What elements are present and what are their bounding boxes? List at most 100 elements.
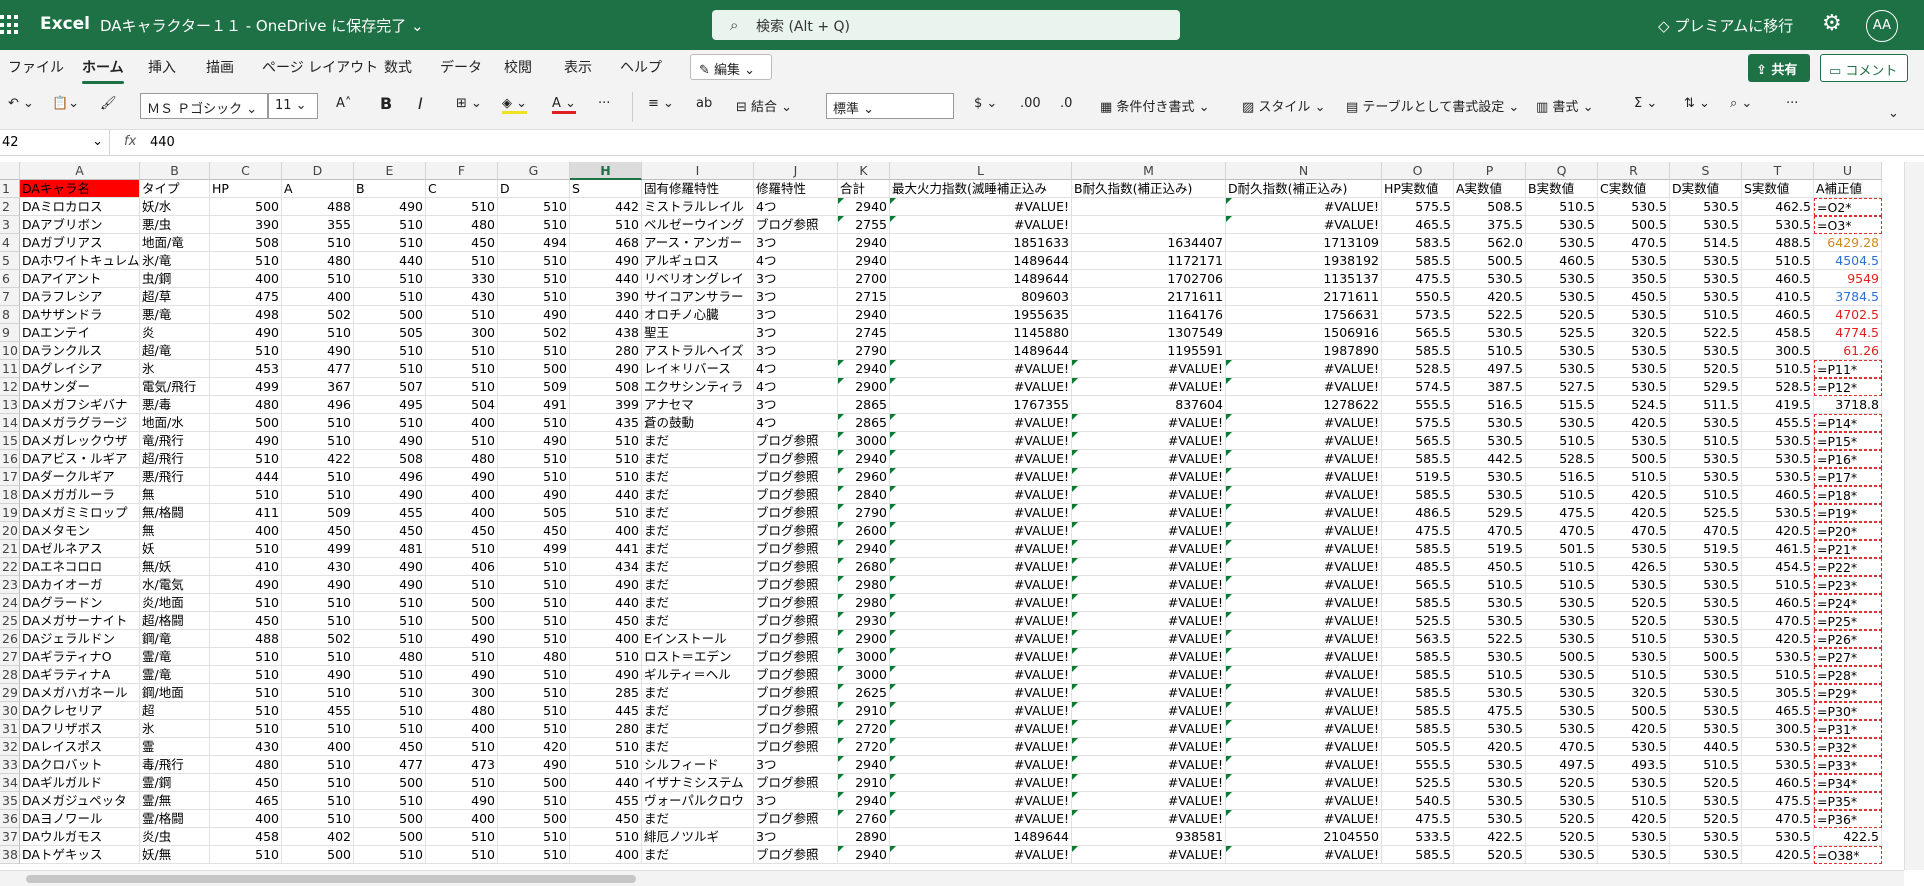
table-cell[interactable]: 530.5 — [1598, 828, 1670, 846]
table-cell[interactable]: 520.5 — [1598, 594, 1670, 612]
table-cell[interactable]: 510.5 — [1598, 468, 1670, 486]
table-cell[interactable]: 1489644 — [890, 252, 1072, 270]
table-cell[interactable]: #VALUE! — [890, 630, 1072, 648]
table-cell[interactable]: 367 — [282, 378, 354, 396]
table-cell[interactable]: #VALUE! — [1226, 774, 1382, 792]
table-cell[interactable]: 530.5 — [1670, 342, 1742, 360]
table-cell[interactable]: 488 — [282, 198, 354, 216]
row-header[interactable]: 11 — [0, 360, 20, 378]
table-cell[interactable]: #VALUE! — [1226, 432, 1382, 450]
table-cell[interactable]: ブログ参照 — [754, 432, 838, 450]
table-cell[interactable]: 2790 — [838, 342, 890, 360]
table-cell[interactable]: 837604 — [1072, 396, 1226, 414]
row-header[interactable]: 30 — [0, 702, 20, 720]
table-cell[interactable]: =P30* — [1814, 702, 1882, 720]
paste-icon[interactable]: 📋⌄ — [52, 96, 79, 111]
table-cell[interactable]: 500 — [354, 306, 426, 324]
table-cell[interactable]: 490 — [354, 198, 426, 216]
row-header[interactable]: 31 — [0, 720, 20, 738]
table-cell[interactable]: 450 — [210, 612, 282, 630]
table-cell[interactable]: #VALUE! — [1226, 846, 1382, 864]
table-cell[interactable]: 510.5 — [1742, 360, 1814, 378]
table-cell[interactable]: 528.5 — [1382, 360, 1454, 378]
table-cell[interactable]: 490 — [354, 486, 426, 504]
table-cell[interactable]: 420.5 — [1454, 288, 1526, 306]
table-cell[interactable]: 3784.5 — [1814, 288, 1882, 306]
table-cell[interactable]: 530.5 — [1454, 720, 1526, 738]
table-cell[interactable]: 1172171 — [1072, 252, 1226, 270]
row-header[interactable]: 7 — [0, 288, 20, 306]
table-cell[interactable]: 炎/地面 — [140, 594, 210, 612]
table-cell[interactable]: 530.5 — [1526, 360, 1598, 378]
table-cell[interactable]: 498 — [210, 306, 282, 324]
table-cell[interactable]: 510 — [354, 414, 426, 432]
table-cell[interactable]: 490 — [570, 252, 642, 270]
table-cell[interactable]: 465 — [210, 792, 282, 810]
table-cell[interactable]: 525.5 — [1670, 504, 1742, 522]
table-cell[interactable]: #VALUE! — [1226, 630, 1382, 648]
table-cell[interactable]: #VALUE! — [890, 450, 1072, 468]
row-header[interactable]: 26 — [0, 630, 20, 648]
table-cell[interactable]: 400 — [210, 270, 282, 288]
tab-0[interactable]: ファイル — [8, 57, 64, 77]
table-cell[interactable]: 2840 — [838, 486, 890, 504]
table-cell[interactable]: 530.5 — [1742, 828, 1814, 846]
table-cell[interactable]: 522.5 — [1670, 324, 1742, 342]
table-cell[interactable]: アナセマ — [642, 396, 754, 414]
table-cell[interactable]: #VALUE! — [890, 504, 1072, 522]
table-cell[interactable]: 530.5 — [1598, 360, 1670, 378]
table-cell[interactable]: 522.5 — [1454, 630, 1526, 648]
table-cell[interactable]: 419.5 — [1742, 396, 1814, 414]
table-cell[interactable]: 455 — [354, 504, 426, 522]
table-cell[interactable]: 530.5 — [1526, 720, 1598, 738]
table-cell[interactable]: 510 — [498, 288, 570, 306]
table-cell[interactable]: 地面/竜 — [140, 234, 210, 252]
table-cell[interactable]: 470.5 — [1670, 522, 1742, 540]
table-cell[interactable]: まだ — [642, 468, 754, 486]
tab-4[interactable]: ページ レイアウト — [262, 57, 378, 77]
more-options-icon[interactable]: ··· — [1786, 96, 1798, 111]
table-cell[interactable]: 473 — [426, 756, 498, 774]
table-cell[interactable]: 574.5 — [1382, 378, 1454, 396]
table-cell[interactable]: 3つ — [754, 828, 838, 846]
find-icon[interactable]: ⌕ ⌄ — [1730, 96, 1752, 111]
table-cell[interactable]: 4702.5 — [1814, 306, 1882, 324]
table-cell[interactable]: #VALUE! — [1226, 198, 1382, 216]
table-cell[interactable]: 510 — [570, 504, 642, 522]
table-cell[interactable]: 妖/無 — [140, 846, 210, 864]
table-cell[interactable]: 480 — [210, 756, 282, 774]
table-cell[interactable]: 超/格闘 — [140, 612, 210, 630]
tab-8[interactable]: 表示 — [564, 57, 592, 77]
column-header[interactable]: U — [1814, 162, 1882, 180]
table-cell[interactable]: 490 — [426, 792, 498, 810]
table-cell[interactable]: 442.5 — [1454, 450, 1526, 468]
table-cell[interactable]: 519.5 — [1382, 468, 1454, 486]
table-cell[interactable]: 1767355 — [890, 396, 1072, 414]
table-cell[interactable]: 410.5 — [1742, 288, 1814, 306]
edit-mode-button[interactable]: ✎ 編集 ⌄ — [690, 54, 772, 80]
table-cell[interactable]: 510 — [354, 846, 426, 864]
table-cell[interactable]: 475.5 — [1454, 702, 1526, 720]
table-cell[interactable]: 562.0 — [1454, 234, 1526, 252]
table-cell[interactable]: =P14* — [1814, 414, 1882, 432]
table-cell[interactable]: 450 — [282, 522, 354, 540]
table-cell[interactable]: 400 — [426, 504, 498, 522]
table-cell[interactable]: #VALUE! — [890, 414, 1072, 432]
table-cell[interactable]: 510 — [498, 216, 570, 234]
table-cell[interactable]: 510 — [498, 612, 570, 630]
table-cell[interactable]: 440 — [354, 252, 426, 270]
row-header[interactable]: 38 — [0, 846, 20, 864]
table-cell[interactable]: 520.5 — [1526, 828, 1598, 846]
table-cell[interactable]: DAメガレックウザ — [20, 432, 140, 450]
table-cell[interactable]: 455.5 — [1742, 414, 1814, 432]
table-cell[interactable]: 1938192 — [1226, 252, 1382, 270]
table-cell[interactable]: 305.5 — [1742, 684, 1814, 702]
table-cell[interactable]: 440 — [570, 486, 642, 504]
table-cell[interactable]: 510.5 — [1598, 666, 1670, 684]
table-cell[interactable]: =O2* — [1814, 198, 1882, 216]
table-cell[interactable]: #VALUE! — [1226, 720, 1382, 738]
table-cell[interactable]: ブログ参照 — [754, 630, 838, 648]
table-cell[interactable]: 510.5 — [1598, 792, 1670, 810]
table-cell[interactable]: DAカイオーガ — [20, 576, 140, 594]
table-cell[interactable]: 510 — [282, 756, 354, 774]
